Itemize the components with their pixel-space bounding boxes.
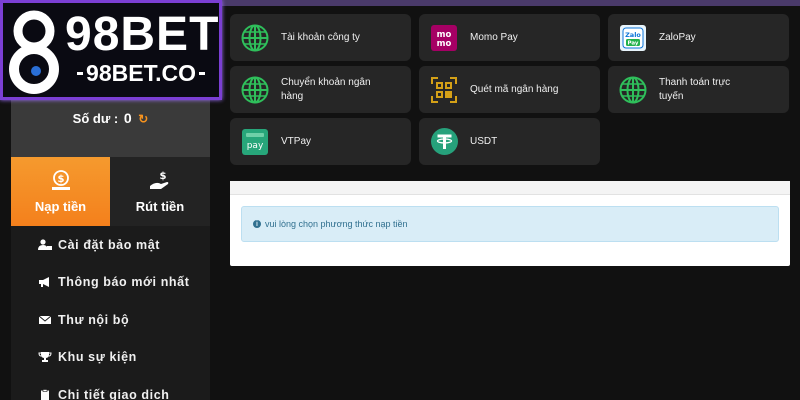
- menu-item-label: Thư nội bộ: [58, 312, 130, 327]
- brand-subtitle: 98BET.CO: [65, 60, 217, 86]
- menu-item-events[interactable]: Khu sự kiện: [11, 339, 210, 377]
- svg-text:$: $: [57, 174, 64, 185]
- payment-zalopay[interactable]: Zalo Pay ZaloPay: [608, 14, 789, 61]
- svg-text:mo: mo: [437, 39, 452, 49]
- user-lock-icon: [38, 239, 52, 251]
- brand-logo[interactable]: 98BET 98BET.CO: [0, 0, 222, 100]
- deposit-panel: i vui lòng chọn phương thức nạp tiền: [230, 181, 790, 266]
- svg-text:pay: pay: [247, 141, 264, 151]
- side-menu: Cài đặt bảo mật Thông báo mới nhất Thư n…: [11, 226, 210, 400]
- panel-header: [230, 181, 790, 195]
- payment-label: ZaloPay: [659, 31, 696, 43]
- menu-item-label: Chi tiết giao dịch: [58, 387, 170, 400]
- payment-label: Tài khoản công ty: [281, 31, 360, 43]
- menu-item-news[interactable]: Thông báo mới nhất: [11, 264, 210, 302]
- payment-bank-transfer[interactable]: Chuyển khoản ngân hàng: [230, 66, 411, 113]
- logo-mark-icon: [9, 10, 59, 94]
- payment-company-account[interactable]: Tài khoản công ty: [230, 14, 411, 61]
- payment-label: USDT: [470, 135, 498, 147]
- zalopay-icon: Zalo Pay: [619, 24, 647, 52]
- tab-deposit-label: Nạp tiền: [34, 199, 87, 214]
- refresh-icon[interactable]: ↻: [138, 112, 148, 126]
- tether-icon: [430, 128, 458, 156]
- trophy-icon: [38, 351, 52, 363]
- tabs: $ Nạp tiền $ Rút tiền: [11, 157, 210, 226]
- globe-icon: [619, 76, 647, 104]
- brand-title: 98BET: [65, 8, 220, 61]
- clipboard-icon: [38, 388, 52, 400]
- info-icon: i: [253, 220, 261, 228]
- money-bag-icon: $: [51, 170, 70, 190]
- payment-label: Chuyển khoản ngân hàng: [281, 76, 371, 102]
- envelope-icon: [38, 314, 52, 326]
- svg-text:$: $: [160, 171, 167, 182]
- payment-label: Quét mã ngân hàng: [470, 83, 559, 95]
- balance-value: 0: [123, 110, 132, 126]
- top-strip: [222, 0, 800, 6]
- qr-code-icon: [430, 76, 458, 104]
- menu-item-transactions[interactable]: Chi tiết giao dịch: [11, 376, 210, 400]
- balance: Số dư : 0 ↻: [11, 110, 210, 126]
- payment-online[interactable]: Thanh toán trực tuyến: [608, 66, 789, 113]
- momo-icon: mo mo: [430, 24, 458, 52]
- tab-deposit[interactable]: $ Nạp tiền: [11, 157, 110, 226]
- menu-item-label: Khu sự kiện: [58, 350, 137, 365]
- payment-bank-qr[interactable]: Quét mã ngân hàng: [419, 66, 600, 113]
- menu-item-inbox[interactable]: Thư nội bộ: [11, 301, 210, 339]
- payment-label: VTPay: [281, 135, 312, 147]
- tab-withdraw-label: Rút tiền: [135, 199, 185, 214]
- svg-text:Pay: Pay: [627, 40, 638, 46]
- payment-momo[interactable]: mo mo Momo Pay: [419, 14, 600, 61]
- tab-withdraw[interactable]: $ Rút tiền: [110, 157, 210, 226]
- payment-usdt[interactable]: USDT: [419, 118, 600, 165]
- megaphone-icon: [38, 276, 52, 288]
- menu-item-label: Cài đặt bảo mật: [58, 237, 161, 252]
- notice-text: vui lòng chọn phương thức nạp tiền: [265, 219, 408, 229]
- hand-money-icon: $: [150, 171, 169, 189]
- menu-item-label: Thông báo mới nhất: [58, 275, 190, 290]
- vtpay-icon: pay: [241, 128, 269, 156]
- notice-alert: i vui lòng chọn phương thức nạp tiền: [241, 206, 779, 242]
- globe-icon: [241, 24, 269, 52]
- menu-item-security[interactable]: Cài đặt bảo mật: [11, 226, 210, 264]
- balance-label: Số dư :: [72, 111, 119, 126]
- svg-text:Zalo: Zalo: [625, 31, 641, 39]
- payment-vtpay[interactable]: pay VTPay: [230, 118, 411, 165]
- payment-label: Momo Pay: [470, 31, 518, 43]
- payment-label: Thanh toán trực tuyến: [659, 76, 731, 102]
- balance-box: [11, 95, 210, 157]
- globe-icon: [241, 76, 269, 104]
